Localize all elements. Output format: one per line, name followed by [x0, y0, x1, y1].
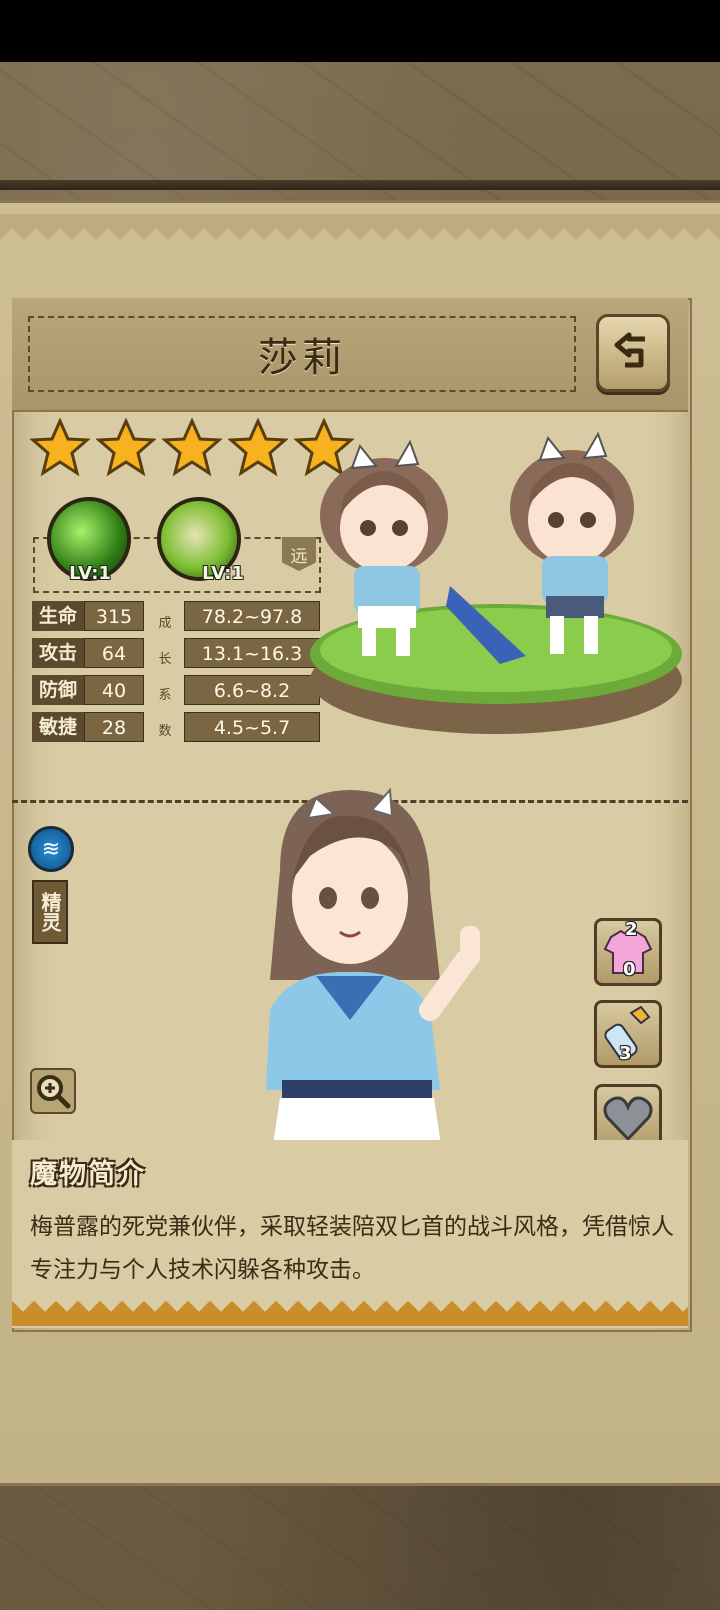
zigzag-trim-bottom	[12, 1298, 688, 1326]
zigzag-trim-top	[0, 214, 720, 242]
stat-row-hp: 生命 315	[32, 601, 144, 631]
stat-value: 64	[84, 638, 144, 668]
stat-value: 28	[84, 712, 144, 742]
growth-label-char: 长	[158, 652, 172, 667]
element-icon[interactable]: ≋	[28, 826, 74, 872]
bottle-count: 3	[619, 1043, 632, 1064]
growth-label-char: 数	[158, 724, 172, 739]
growth-label-char: 成	[158, 616, 172, 631]
stat-row-attack: 攻击 64	[32, 638, 144, 668]
growth-label-char: 系	[158, 688, 172, 703]
chibi-models	[310, 431, 682, 734]
description-title: 魔物简介	[30, 1159, 146, 1190]
stat-value: 40	[84, 675, 144, 705]
back-button[interactable]	[596, 314, 670, 392]
stat-label: 防御	[32, 675, 84, 705]
description-text: 梅普露的死党兼伙伴，采取轻装陪双匕首的战斗风格，凭借惊人专注力与个人技术闪躲各种…	[30, 1214, 674, 1283]
star-icon	[162, 418, 222, 477]
star-icon	[30, 418, 90, 477]
stat-label: 敏捷	[32, 712, 84, 742]
bottle-button[interactable]: 3	[594, 1000, 662, 1068]
outfit-button[interactable]: 2 0	[594, 918, 662, 986]
skill-level-1: LV:1	[69, 563, 111, 584]
stat-label: 生命	[32, 601, 84, 631]
character-name: 莎莉	[258, 335, 346, 381]
stat-value: 315	[84, 601, 144, 631]
stat-row-agility: 敏捷 28	[32, 712, 144, 742]
character-portrait	[266, 787, 480, 1165]
magnifier-icon	[37, 1075, 71, 1109]
star-icon	[96, 418, 156, 477]
element-label: 精灵	[32, 880, 68, 944]
return-arrow-icon	[614, 332, 645, 368]
star-icon	[228, 418, 288, 477]
zoom-button[interactable]	[30, 1068, 76, 1114]
outfit-count-top: 2	[625, 919, 638, 940]
name-frame: 莎莉	[28, 316, 576, 392]
stat-label: 攻击	[32, 638, 84, 668]
skill-level-2: LV:1	[202, 563, 244, 584]
outfit-count-bottom: 0	[623, 959, 636, 980]
stat-row-defense: 防御 40	[32, 675, 144, 705]
frame-strip-top	[0, 180, 720, 190]
